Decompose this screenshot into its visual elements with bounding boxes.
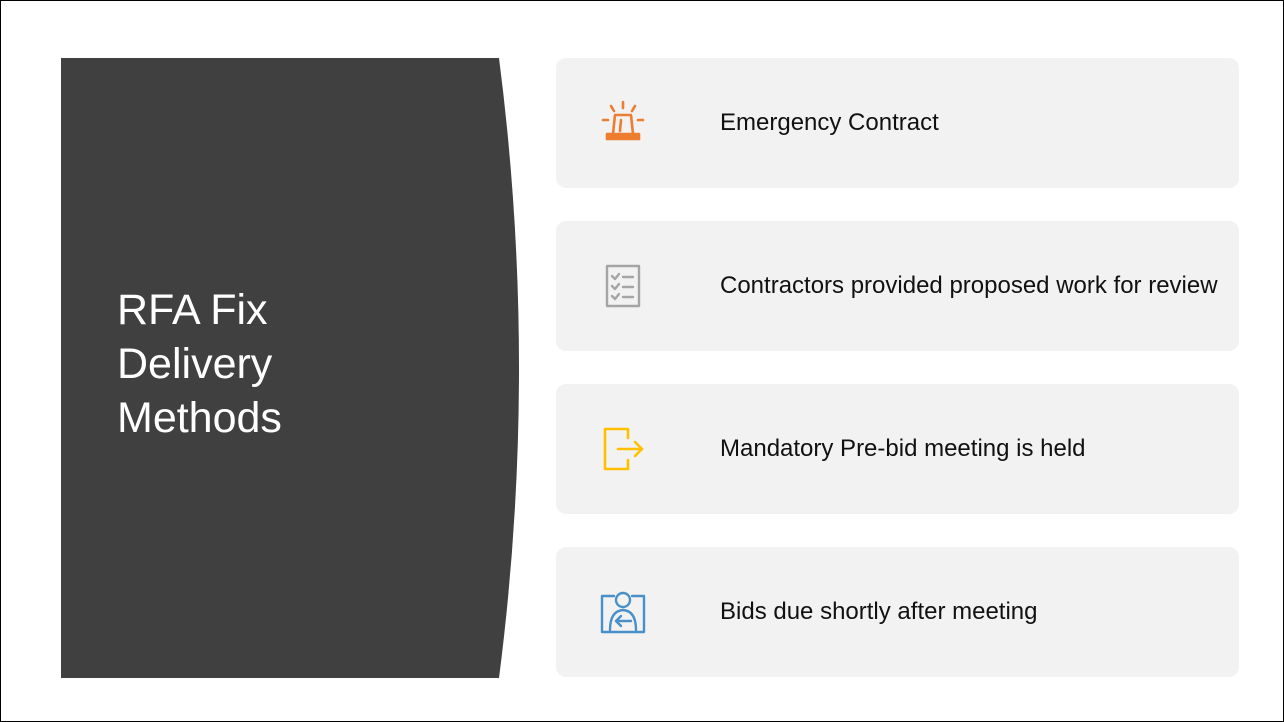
item-label: Mandatory Pre-bid meeting is held — [720, 435, 1086, 462]
list-item-pre-bid-meeting: Mandatory Pre-bid meeting is held — [556, 384, 1239, 514]
checklist-icon — [605, 264, 641, 308]
list-item-emergency-contract: Emergency Contract — [556, 58, 1239, 188]
title-panel: RFA Fix Delivery Methods — [61, 58, 531, 678]
item-list: Emergency Contract Contractors provided … — [556, 58, 1239, 710]
item-label: Bids due shortly after meeting — [720, 598, 1038, 625]
enter-door-icon — [603, 427, 644, 471]
list-item-bids-due: Bids due shortly after meeting — [556, 547, 1239, 677]
slide: RFA Fix Delivery Methods Emergency Contr… — [0, 0, 1284, 722]
slide-title: RFA Fix Delivery Methods — [117, 286, 282, 442]
siren-icon — [601, 100, 645, 141]
item-label: Contractors provided proposed work for r… — [720, 272, 1218, 299]
item-label: Emergency Contract — [720, 109, 939, 136]
list-item-proposed-work: Contractors provided proposed work for r… — [556, 221, 1239, 351]
user-signin-icon — [600, 591, 646, 634]
